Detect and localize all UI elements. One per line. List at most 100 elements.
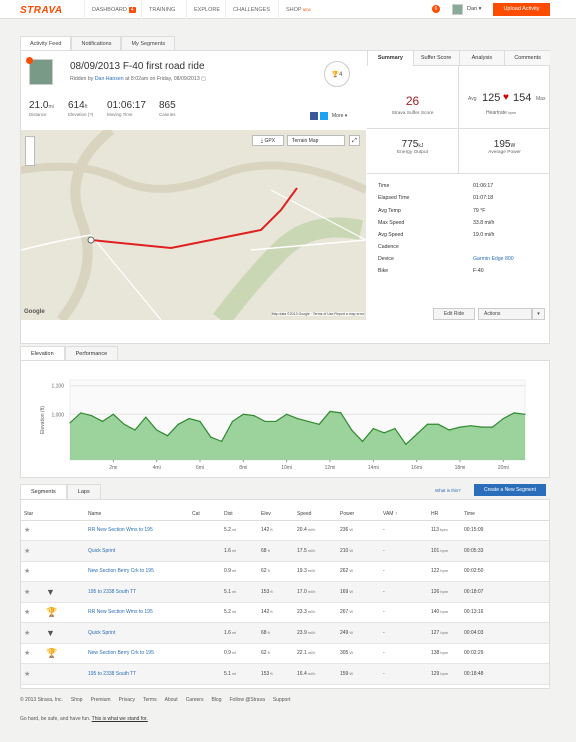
segment-name[interactable]: 195 to 2338 South TT — [85, 663, 189, 685]
tab-performance[interactable]: Performance — [64, 346, 119, 361]
y-tick-label: 1,000 — [51, 412, 64, 418]
table-row[interactable]: ★ Quick Sprint 1.6mi 68ft 17.5mi/h 210W -101bp… — [21, 540, 549, 562]
fullscreen-icon[interactable]: ⤢ — [349, 135, 360, 146]
tab-activity-feed[interactable]: Activity Feed — [20, 36, 72, 50]
footer-link[interactable]: Terms — [143, 697, 157, 703]
segment-name[interactable]: RR New Section Wms to 195 — [85, 602, 189, 623]
route-map[interactable]: ⤓ GPX Terrain Map ⤢ Google Map data ©201… — [21, 130, 366, 320]
col-cat[interactable]: Cat — [189, 508, 221, 521]
segment-name[interactable]: New Section Berry Crk to 195 — [85, 643, 189, 664]
x-tick-label: 12mi — [325, 465, 336, 471]
nav-shop[interactable]: SHOP NEW — [278, 0, 318, 19]
tab-suffer-score[interactable]: Suffer Score — [412, 51, 459, 66]
segment-power: 267W — [337, 602, 380, 623]
upload-activity-button[interactable]: Upload Activity — [493, 3, 550, 16]
map-copyright[interactable]: Map data ©2013 Google · Terms of Use Rep… — [271, 312, 364, 316]
stand-for-link[interactable]: This is what we stand for. — [92, 716, 148, 722]
star-icon[interactable]: ★ — [24, 650, 30, 657]
energy-output: 775kJ Energy Output — [397, 139, 428, 155]
segment-name[interactable]: Quick Sprint — [85, 540, 189, 562]
table-row[interactable]: ★ 🏆 New Section Berry Crk to 195 0.9mi 62ft 2… — [21, 643, 549, 664]
star-icon[interactable]: ★ — [24, 568, 30, 575]
user-menu[interactable]: Dan ▾ — [467, 6, 481, 12]
actions-dropdown-icon[interactable]: ▾ — [532, 308, 545, 320]
nav-explore[interactable]: EXPLORE — [186, 0, 227, 19]
actions-button[interactable]: Actions — [478, 308, 532, 320]
rider-link[interactable]: Dan Hansen — [95, 76, 124, 82]
table-row[interactable]: ★ RR New Section Wms to 195 5.2mi 142ft 20.4… — [21, 520, 549, 541]
footer-link[interactable]: Support — [273, 697, 291, 703]
star-icon[interactable]: ★ — [24, 589, 30, 596]
tab-notifications[interactable]: Notifications — [71, 36, 122, 50]
suffer-score[interactable]: 26 — [367, 94, 458, 108]
table-row[interactable]: ★ ▼ 195 to 2338 South TT 5.1mi 153ft 17.0mi/h… — [21, 581, 549, 603]
col-name[interactable]: Name — [85, 508, 189, 521]
segment-time: 00:18:48 — [461, 663, 549, 685]
star-icon[interactable]: ★ — [24, 548, 30, 555]
col-speed[interactable]: Speed — [294, 508, 337, 521]
tab-analysis[interactable]: Analysis — [458, 51, 505, 66]
tab-elevation[interactable]: Elevation — [20, 346, 65, 361]
activity-title[interactable]: 08/09/2013 F-40 first road ride — [70, 61, 205, 72]
nav-dashboard[interactable]: DASHBOARD 4 — [84, 0, 143, 19]
strava-logo[interactable]: STRAVA — [20, 5, 63, 16]
table-row[interactable]: ★ 🏆 RR New Section Wms to 195 5.2mi 142ft 23.… — [21, 602, 549, 623]
star-icon[interactable]: ★ — [24, 671, 30, 678]
tab-my-segments[interactable]: My Segments — [121, 36, 176, 50]
segment-name[interactable]: Quick Sprint — [85, 622, 189, 644]
footer-link[interactable]: About — [165, 697, 178, 703]
col-dist[interactable]: Dist — [221, 508, 258, 521]
elevation-chart[interactable]: 1,100 1,000 2mi 4mi 6mi 8mi 10mi 12mi 14mi 16mi 18… — [20, 360, 550, 478]
footer-link[interactable]: Follow @Strava — [230, 697, 265, 703]
tab-summary[interactable]: Summary — [367, 51, 413, 66]
elevation-point — [351, 429, 353, 431]
table-row[interactable]: ★ ▼ Quick Sprint 1.6mi 68ft 23.9mi/h 249W -127b… — [21, 622, 549, 644]
twitter-icon[interactable] — [320, 112, 328, 120]
value-device[interactable]: Garmin Edge 800 — [473, 256, 514, 262]
star-icon[interactable]: ★ — [24, 630, 30, 637]
tab-laps[interactable]: Laps — [66, 484, 101, 499]
footer-link[interactable]: Blog — [211, 697, 221, 703]
footer-link[interactable]: Shop — [71, 697, 83, 703]
tab-comments[interactable]: Comments — [504, 51, 550, 66]
table-row[interactable]: ★ 195 to 2338 South TT 5.1mi 153ft 16.4mi/h 1… — [21, 663, 549, 685]
segment-dist: 5.1mi — [221, 581, 258, 603]
footer-link[interactable]: Careers — [186, 697, 204, 703]
col-elev[interactable]: Elev — [258, 508, 294, 521]
col-star[interactable]: Star — [21, 508, 43, 521]
gpx-button[interactable]: ⤓ GPX — [252, 135, 284, 146]
elevation-point — [394, 427, 396, 430]
star-icon[interactable]: ★ — [24, 609, 30, 616]
table-row[interactable]: ★ New Section Berry Crk to 195 0.9mi 62ft 19… — [21, 561, 549, 582]
footer-links: © 2013 Strava, Inc. Shop Premium Privacy Ter… — [20, 697, 290, 703]
elevation-point — [69, 422, 71, 424]
rider-avatar[interactable] — [29, 59, 53, 85]
segment-cat — [189, 643, 221, 664]
col-vam[interactable]: VAM ↑ — [380, 508, 428, 521]
col-power[interactable]: Power — [337, 508, 380, 521]
facebook-icon[interactable] — [310, 112, 318, 120]
user-avatar[interactable] — [452, 4, 463, 15]
col-time[interactable]: Time — [461, 508, 549, 521]
map-type-select[interactable]: Terrain Map — [287, 135, 345, 146]
create-segment-button[interactable]: Create a New Segment — [474, 484, 546, 496]
tab-segments[interactable]: Segments — [20, 484, 67, 499]
more-menu[interactable]: More ▾ — [332, 113, 347, 119]
nav-training[interactable]: TRAINING — [141, 0, 182, 19]
zoom-control[interactable] — [25, 136, 35, 166]
notifications-badge[interactable]: 6 — [432, 5, 440, 13]
shop-new-badge: NEW — [302, 7, 311, 12]
footer-link[interactable]: Privacy — [119, 697, 135, 703]
kudos-badge[interactable]: 🏆4 — [324, 61, 350, 87]
what-is-this-link[interactable]: What is this? — [435, 488, 461, 493]
segment-name[interactable]: RR New Section Wms to 195 — [85, 520, 189, 541]
x-tick-label: 10mi — [281, 465, 292, 471]
elevation-point — [275, 420, 277, 423]
edit-ride-button[interactable]: Edit Ride — [433, 308, 475, 320]
segment-name[interactable]: 195 to 2338 South TT — [85, 581, 189, 603]
nav-challenges[interactable]: CHALLENGES — [225, 0, 277, 19]
star-icon[interactable]: ★ — [24, 527, 30, 534]
col-hr[interactable]: HR — [428, 508, 461, 521]
segment-name[interactable]: New Section Berry Crk to 195 — [85, 561, 189, 582]
footer-link[interactable]: Premium — [91, 697, 111, 703]
